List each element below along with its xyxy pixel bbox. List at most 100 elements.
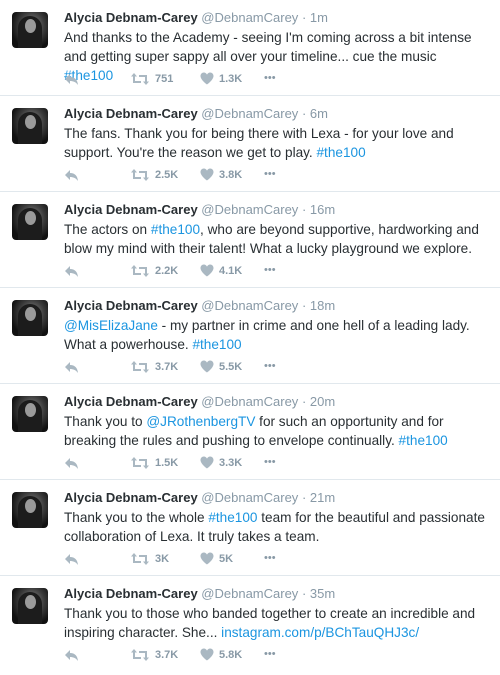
reply-button[interactable]	[64, 456, 80, 470]
hashtag-link[interactable]: #the100	[192, 337, 241, 352]
more-options-button[interactable]: •••	[264, 456, 276, 468]
retweet-count: 1.5K	[155, 457, 179, 469]
tweet-time[interactable]: 18m	[310, 298, 335, 313]
user-handle[interactable]: @DebnamCarey	[201, 394, 298, 409]
tweet[interactable]: Alycia Debnam-Carey @DebnamCarey · 6m Th…	[0, 96, 500, 192]
user-fullname[interactable]: Alycia Debnam-Carey	[64, 490, 198, 505]
retweet-count: 3.7K	[155, 361, 179, 373]
retweet-icon	[130, 552, 150, 566]
hashtag-link[interactable]: #the100	[151, 222, 200, 237]
reply-button[interactable]	[64, 360, 80, 374]
retweet-button[interactable]: 2.2K	[130, 264, 178, 278]
more-icon: •••	[264, 648, 276, 660]
like-button[interactable]: 3.3K	[200, 456, 242, 469]
tweet-time[interactable]: 16m	[310, 202, 335, 217]
separator: ·	[301, 394, 307, 409]
tweet[interactable]: Alycia Debnam-Carey @DebnamCarey · 35m T…	[0, 576, 500, 672]
user-handle[interactable]: @DebnamCarey	[201, 490, 298, 505]
tweet-time[interactable]: 1m	[310, 10, 328, 25]
reply-button[interactable]	[64, 648, 80, 662]
like-button[interactable]: 4.1K	[200, 264, 242, 277]
tweet[interactable]: Alycia Debnam-Carey @DebnamCarey · 1m An…	[0, 0, 500, 96]
reply-icon	[64, 552, 80, 566]
mention-link[interactable]: @JRothenbergTV	[146, 414, 255, 429]
tweet-text: The actors on #the100, who are beyond su…	[64, 220, 488, 258]
retweet-button[interactable]: 2.5K	[130, 168, 178, 182]
avatar[interactable]	[12, 588, 48, 624]
timeline: Alycia Debnam-Carey @DebnamCarey · 1m An…	[0, 0, 500, 672]
tweet-text-part: The fans. Thank you for being there with…	[64, 126, 454, 160]
heart-icon	[200, 168, 214, 181]
reply-button[interactable]	[64, 552, 80, 566]
user-fullname[interactable]: Alycia Debnam-Carey	[64, 10, 198, 25]
like-button[interactable]: 5K	[200, 552, 233, 565]
mention-link[interactable]: @MisElizaJane	[64, 318, 158, 333]
more-options-button[interactable]: •••	[264, 168, 276, 180]
user-handle[interactable]: @DebnamCarey	[201, 586, 298, 601]
tweet-header: Alycia Debnam-Carey @DebnamCarey · 6m	[64, 106, 488, 122]
avatar[interactable]	[12, 300, 48, 336]
more-icon: •••	[264, 552, 276, 564]
tweet[interactable]: Alycia Debnam-Carey @DebnamCarey · 21m T…	[0, 480, 500, 576]
more-options-button[interactable]: •••	[264, 648, 276, 660]
retweet-button[interactable]: 3K	[130, 552, 169, 566]
avatar[interactable]	[12, 396, 48, 432]
user-handle[interactable]: @DebnamCarey	[201, 10, 298, 25]
like-button[interactable]: 5.5K	[200, 360, 242, 373]
user-fullname[interactable]: Alycia Debnam-Carey	[64, 586, 198, 601]
url-link[interactable]: instagram.com/p/BChTauQHJ3c/	[221, 625, 419, 640]
hashtag-link[interactable]: #the100	[317, 145, 366, 160]
tweet[interactable]: Alycia Debnam-Carey @DebnamCarey · 18m @…	[0, 288, 500, 384]
more-options-button[interactable]: •••	[264, 264, 276, 276]
tweet-text: Thank you to the whole #the100 team for …	[64, 508, 488, 546]
like-count: 5.5K	[219, 360, 243, 373]
reply-icon	[64, 456, 80, 470]
reply-button[interactable]	[64, 264, 80, 278]
user-fullname[interactable]: Alycia Debnam-Carey	[64, 394, 198, 409]
retweet-button[interactable]: 3.7K	[130, 360, 178, 374]
tweet[interactable]: Alycia Debnam-Carey @DebnamCarey · 16m T…	[0, 192, 500, 288]
user-handle[interactable]: @DebnamCarey	[201, 106, 298, 121]
avatar[interactable]	[12, 12, 48, 48]
retweet-icon	[130, 264, 150, 278]
more-options-button[interactable]: •••	[264, 360, 276, 372]
reply-icon	[64, 360, 80, 374]
reply-icon	[64, 264, 80, 278]
avatar[interactable]	[12, 204, 48, 240]
like-button[interactable]: 1.3K	[200, 72, 242, 85]
separator: ·	[301, 490, 307, 505]
separator: ·	[301, 586, 307, 601]
hashtag-link[interactable]: #the100	[208, 510, 257, 525]
heart-icon	[200, 648, 214, 661]
like-button[interactable]: 5.8K	[200, 648, 242, 661]
tweet-time[interactable]: 20m	[310, 394, 335, 409]
user-fullname[interactable]: Alycia Debnam-Carey	[64, 298, 198, 313]
user-fullname[interactable]: Alycia Debnam-Carey	[64, 202, 198, 217]
avatar[interactable]	[12, 108, 48, 144]
user-handle[interactable]: @DebnamCarey	[201, 202, 298, 217]
retweet-button[interactable]: 3.7K	[130, 648, 178, 662]
retweet-button[interactable]: 1.5K	[130, 456, 178, 470]
tweet-header: Alycia Debnam-Carey @DebnamCarey · 21m	[64, 490, 488, 506]
like-count: 5K	[219, 552, 234, 565]
like-button[interactable]: 3.8K	[200, 168, 242, 181]
hashtag-link[interactable]: #the100	[399, 433, 448, 448]
retweet-button[interactable]: 751	[130, 72, 173, 86]
tweet-time[interactable]: 35m	[310, 586, 335, 601]
more-options-button[interactable]: •••	[264, 552, 276, 564]
tweet-time[interactable]: 6m	[310, 106, 328, 121]
retweet-icon	[130, 456, 150, 470]
reply-button[interactable]	[64, 72, 80, 86]
tweet-header: Alycia Debnam-Carey @DebnamCarey · 35m	[64, 586, 488, 602]
user-handle[interactable]: @DebnamCarey	[201, 298, 298, 313]
more-options-button[interactable]: •••	[264, 72, 276, 84]
reply-icon	[64, 168, 80, 182]
avatar[interactable]	[12, 492, 48, 528]
user-fullname[interactable]: Alycia Debnam-Carey	[64, 106, 198, 121]
tweet-text-part: And thanks to the Academy - seeing I'm c…	[64, 30, 472, 64]
retweet-count: 3.7K	[155, 649, 179, 661]
heart-icon	[200, 72, 214, 85]
tweet-time[interactable]: 21m	[310, 490, 335, 505]
tweet[interactable]: Alycia Debnam-Carey @DebnamCarey · 20m T…	[0, 384, 500, 480]
reply-button[interactable]	[64, 168, 80, 182]
